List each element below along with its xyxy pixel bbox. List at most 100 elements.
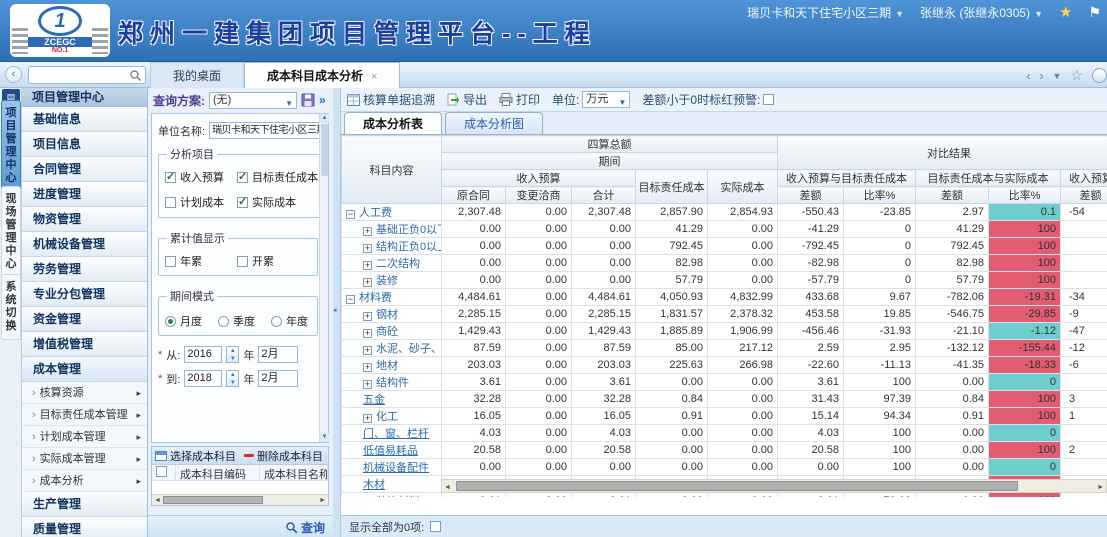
subject-link[interactable]: 结构正负0以上 <box>376 241 442 253</box>
subject-link[interactable]: 二次结构 <box>376 258 420 270</box>
vertical-tab[interactable]: 系 统 切 换 <box>1 274 21 340</box>
scroll-left-icon[interactable]: ◄ <box>154 496 161 505</box>
subject-link[interactable]: 结构件 <box>376 377 409 389</box>
collapse-node-icon[interactable]: − <box>346 295 355 304</box>
checkbox-option[interactable]: 计划成本 <box>165 194 237 210</box>
bookmark-star-icon[interactable]: ☆ <box>1070 67 1083 84</box>
checkbox-option[interactable]: 收入预算 <box>165 169 237 185</box>
sidebar-subitem[interactable]: ›成本分析▸ <box>22 470 147 492</box>
radio-option[interactable]: 年度 <box>271 313 308 329</box>
checkbox-option[interactable]: 开累 <box>237 253 311 269</box>
subject-link[interactable]: 地材 <box>376 360 398 372</box>
checkbox-option[interactable]: 年累 <box>165 253 237 269</box>
subject-link[interactable]: 装修 <box>376 275 398 287</box>
sidebar-item[interactable]: 劳务管理 <box>22 257 147 282</box>
sidebar-item[interactable]: 专业分包管理 <box>22 282 147 307</box>
sidebar-subitem[interactable]: ›实际成本管理▸ <box>22 448 147 470</box>
checkbox[interactable] <box>237 197 248 208</box>
sidebar-subitem[interactable]: ›目标责任成本管理▸ <box>22 404 147 426</box>
subject-link[interactable]: 人工费 <box>359 207 392 219</box>
scroll-right-icon[interactable]: ► <box>1097 483 1104 492</box>
from-year-stepper[interactable]: ▲▼ <box>226 346 239 363</box>
scroll-down-icon[interactable]: ▼ <box>320 433 329 442</box>
sidebar-item[interactable]: 增值税管理 <box>22 332 147 357</box>
expand-node-icon[interactable]: + <box>363 278 372 287</box>
sidebar-item[interactable]: 成本管理 <box>22 357 147 382</box>
subject-link[interactable]: 五金 <box>363 394 385 406</box>
expand-node-icon[interactable]: + <box>363 312 372 321</box>
notification-icon[interactable]: ⚑ <box>1088 4 1101 21</box>
sidebar-item[interactable]: 基础信息 <box>22 107 147 132</box>
checkbox-option[interactable]: 实际成本 <box>237 194 318 210</box>
user-menu[interactable]: 张继永 (张继永0305)▼ <box>920 4 1043 21</box>
checkbox[interactable] <box>237 256 248 267</box>
radio-option[interactable]: 季度 <box>218 313 255 329</box>
scroll-right-icon[interactable]: ► <box>319 496 326 505</box>
select-all-checkbox[interactable] <box>156 466 167 477</box>
table-hscrollbar[interactable]: ◄ ► <box>441 479 1107 493</box>
checkbox[interactable] <box>237 172 248 183</box>
subject-link[interactable]: 材料费 <box>359 292 392 304</box>
subject-link[interactable]: 木材 <box>363 479 385 491</box>
expand-node-icon[interactable]: + <box>363 227 372 236</box>
radio-button[interactable] <box>165 316 176 327</box>
close-tab-icon[interactable]: × <box>371 71 377 83</box>
checkbox[interactable] <box>165 197 176 208</box>
subject-link[interactable]: 钢材 <box>376 309 398 321</box>
analysis-tab[interactable]: 成本分析图 <box>445 112 543 134</box>
project-selector[interactable]: 瑞贝卡和天下住宅小区三期▼ <box>747 4 904 21</box>
query-form-scrollbar[interactable]: ▲ ▼ <box>319 114 328 442</box>
expand-node-icon[interactable]: + <box>363 261 372 270</box>
checkbox-option[interactable]: 目标责任成本 <box>237 169 318 185</box>
subject-grid-hscrollbar[interactable]: ◄ ► <box>152 494 328 505</box>
sidebar-subitem[interactable]: ›核算资源▸ <box>22 382 147 404</box>
expand-node-icon[interactable]: + <box>363 329 372 338</box>
trace-voucher-button[interactable]: 核算单据追溯 <box>347 91 435 108</box>
save-icon[interactable] <box>301 93 315 107</box>
expand-node-icon[interactable]: + <box>363 414 372 423</box>
more-options-button[interactable]: » <box>319 93 326 107</box>
refresh-icon[interactable] <box>1092 68 1107 83</box>
hscroll-thumb[interactable] <box>456 481 1018 491</box>
panel-collapse-bar[interactable]: ◂ <box>333 88 341 537</box>
subject-link[interactable]: 门、窗、栏杆 <box>363 428 429 440</box>
tab-scroll-right-icon[interactable]: › <box>1040 69 1044 83</box>
red-warning-checkbox[interactable] <box>763 94 774 105</box>
search-input[interactable] <box>28 66 146 84</box>
vertical-tab[interactable]: 现 场 管 理 中 心 <box>1 186 21 278</box>
sidebar-item[interactable]: 机械设备管理 <box>22 232 147 257</box>
to-year-stepper[interactable]: ▲▼ <box>226 370 239 387</box>
print-button[interactable]: 打印 <box>499 91 540 108</box>
expand-node-icon[interactable]: + <box>363 380 372 389</box>
subject-link[interactable]: 基础正负0以下 <box>376 224 442 236</box>
unit-name-input[interactable]: 瑞贝卡和天下住宅小区三期 <box>209 122 321 139</box>
subject-link[interactable]: 装饰材料 <box>376 496 420 497</box>
sidebar-item[interactable]: 合同管理 <box>22 157 147 182</box>
expand-node-icon[interactable]: + <box>363 346 372 355</box>
checkbox[interactable] <box>165 172 176 183</box>
export-button[interactable]: 导出 <box>447 91 487 108</box>
radio-button[interactable] <box>271 316 282 327</box>
query-button[interactable]: 查询 <box>285 519 325 536</box>
radio-option[interactable]: 月度 <box>165 313 202 329</box>
delete-cost-subject-button[interactable]: 删除成本科目 <box>244 448 323 464</box>
scheme-select[interactable]: (无)▼ <box>209 92 297 109</box>
sidebar-item[interactable]: 生产管理 <box>22 492 147 517</box>
unit-select[interactable]: 万元▼ <box>582 91 630 108</box>
subject-link[interactable]: 商砼 <box>376 326 398 338</box>
back-button[interactable]: ‹ <box>5 66 22 83</box>
window-tab[interactable]: 我的桌面 <box>150 62 244 88</box>
sidebar-item[interactable]: 资金管理 <box>22 307 147 332</box>
sidebar-item[interactable]: 质量管理 <box>22 517 147 537</box>
from-year-input[interactable]: 2016 <box>184 346 222 363</box>
subject-link[interactable]: 水泥、砂子、砌... <box>376 343 442 355</box>
radio-button[interactable] <box>218 316 229 327</box>
scroll-left-icon[interactable]: ◄ <box>444 483 451 492</box>
collapse-node-icon[interactable]: − <box>346 210 355 219</box>
favorite-star-icon[interactable]: ★ <box>1059 3 1072 21</box>
subject-link[interactable]: 化工 <box>376 411 398 423</box>
tab-list-icon[interactable]: ▼ <box>1053 71 1062 81</box>
scroll-up-icon[interactable]: ▲ <box>320 114 329 123</box>
window-tab[interactable]: 成本科目成本分析× <box>244 62 400 88</box>
to-month-select[interactable]: 2月 <box>258 370 298 387</box>
